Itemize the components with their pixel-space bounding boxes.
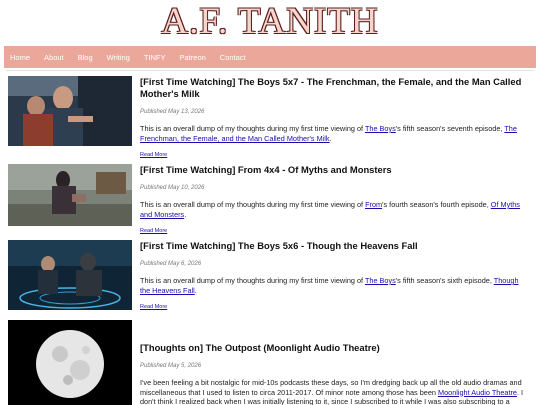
nav-writing[interactable]: Writing bbox=[107, 53, 130, 62]
site-header: A.F. TANITH bbox=[0, 0, 540, 44]
post-excerpt: This is an overall dump of my thoughts d… bbox=[140, 200, 520, 219]
post-thumbnail[interactable] bbox=[8, 164, 132, 226]
post-thumbnail[interactable] bbox=[8, 240, 132, 310]
divider bbox=[6, 70, 534, 71]
nav-blog[interactable]: Blog bbox=[78, 53, 93, 62]
nav-contact[interactable]: Contact bbox=[220, 53, 246, 62]
site-logo[interactable]: A.F. TANITH bbox=[161, 2, 378, 42]
show-link[interactable]: The Boys bbox=[365, 124, 396, 133]
post-date: Published May 13, 2026 bbox=[140, 109, 205, 115]
show-link[interactable]: From bbox=[365, 200, 382, 209]
post-title[interactable]: [First Time Watching] From 4x4 - Of Myth… bbox=[140, 164, 530, 176]
nav-tinfy[interactable]: TINFY bbox=[144, 53, 166, 62]
post-excerpt: This is an overall dump of my thoughts d… bbox=[140, 124, 517, 143]
show-link[interactable]: The Boys bbox=[365, 276, 396, 285]
post-excerpt: This is an overall dump of my thoughts d… bbox=[140, 276, 519, 295]
post-title[interactable]: [First Time Watching] The Boys 5x7 - The… bbox=[140, 76, 530, 100]
post-date: Published May 6, 2026 bbox=[140, 261, 202, 267]
read-more-link[interactable]: Read More bbox=[140, 152, 167, 158]
post-date: Published May 10, 2026 bbox=[140, 185, 205, 191]
nav-home[interactable]: Home bbox=[10, 53, 30, 62]
post-thumbnail[interactable] bbox=[8, 320, 132, 405]
post-excerpt: I've been feeling a bit nostalgic for mi… bbox=[140, 378, 524, 405]
post-title[interactable]: [First Time Watching] The Boys 5x6 - Tho… bbox=[140, 240, 530, 252]
post-title[interactable]: [Thoughts on] The Outpost (Moonlight Aud… bbox=[140, 342, 530, 354]
post-thumbnail[interactable] bbox=[8, 76, 132, 146]
show-link[interactable]: Moonlight Audio Theatre bbox=[438, 388, 517, 397]
read-more-link[interactable]: Read More bbox=[140, 304, 167, 310]
read-more-link[interactable]: Read More bbox=[140, 228, 167, 234]
main-nav: Home About Blog Writing TINFY Patreon Co… bbox=[4, 46, 536, 68]
post-date: Published May 5, 2026 bbox=[140, 363, 202, 369]
nav-patreon[interactable]: Patreon bbox=[180, 53, 206, 62]
nav-about[interactable]: About bbox=[44, 53, 64, 62]
